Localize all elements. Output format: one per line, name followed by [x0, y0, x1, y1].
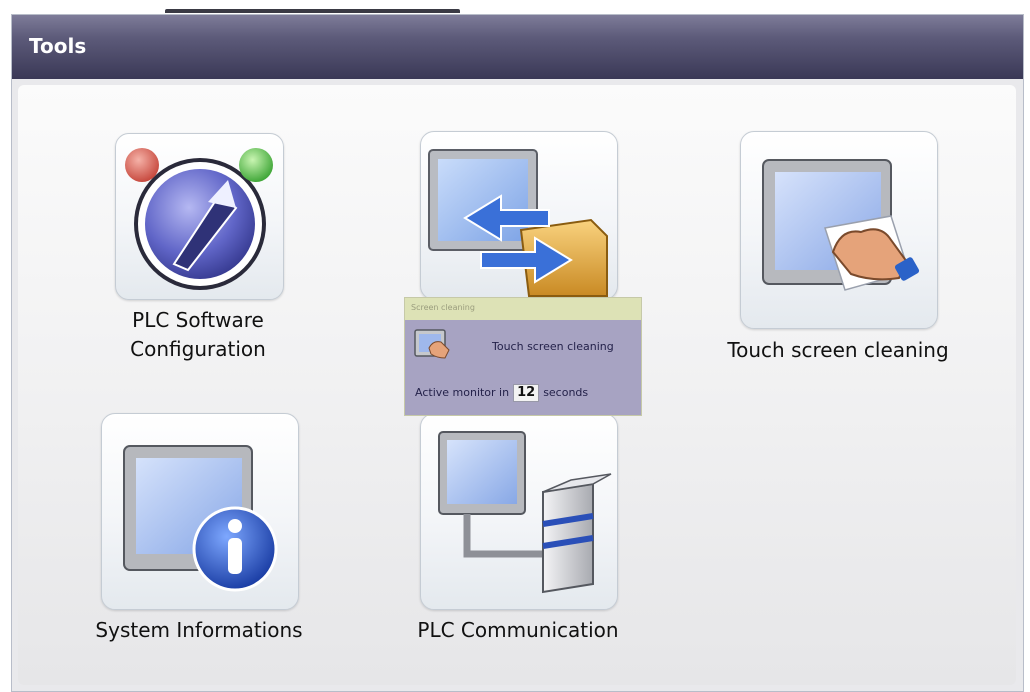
label-line-1: PLC Software	[132, 308, 264, 332]
countdown-text: Active monitor in 12 seconds	[415, 384, 588, 402]
plc-software-configuration-icon	[125, 148, 273, 290]
screen-cleaning-dialog: Screen cleaning Touch screen cleaning Ac…	[404, 297, 642, 416]
touch-screen-cleaning-small-icon	[414, 329, 450, 359]
countdown-prefix: Active monitor in	[415, 386, 510, 399]
window-tab	[165, 9, 460, 13]
countdown-value: 12	[513, 384, 540, 402]
label-line-2: Configuration	[130, 337, 266, 361]
plc-software-configuration-label: PLC Software Configuration	[98, 306, 298, 364]
touch-screen-cleaning-label: Touch screen cleaning	[727, 338, 949, 362]
plc-communication-button[interactable]	[420, 413, 618, 610]
window-title: Tools	[29, 34, 87, 58]
dialog-title: Screen cleaning	[411, 303, 475, 312]
file-transfer-button[interactable]	[420, 131, 618, 300]
title-bar: Tools	[12, 15, 1023, 79]
system-information-button[interactable]	[101, 413, 299, 610]
touch-screen-cleaning-button[interactable]	[740, 131, 938, 329]
file-transfer-icon	[428, 149, 608, 297]
plc-software-configuration-button[interactable]	[115, 133, 284, 300]
countdown-suffix: seconds	[543, 386, 589, 399]
plc-communication-icon	[438, 431, 612, 594]
dialog-message: Touch screen cleaning	[492, 340, 614, 353]
system-information-icon	[123, 445, 278, 592]
top-strip	[0, 0, 1030, 14]
plc-communication-label: PLC Communication	[417, 618, 619, 642]
touch-screen-cleaning-icon	[762, 159, 920, 291]
dialog-title-bar: Screen cleaning	[405, 298, 641, 320]
system-information-label: System Informations	[95, 618, 303, 642]
